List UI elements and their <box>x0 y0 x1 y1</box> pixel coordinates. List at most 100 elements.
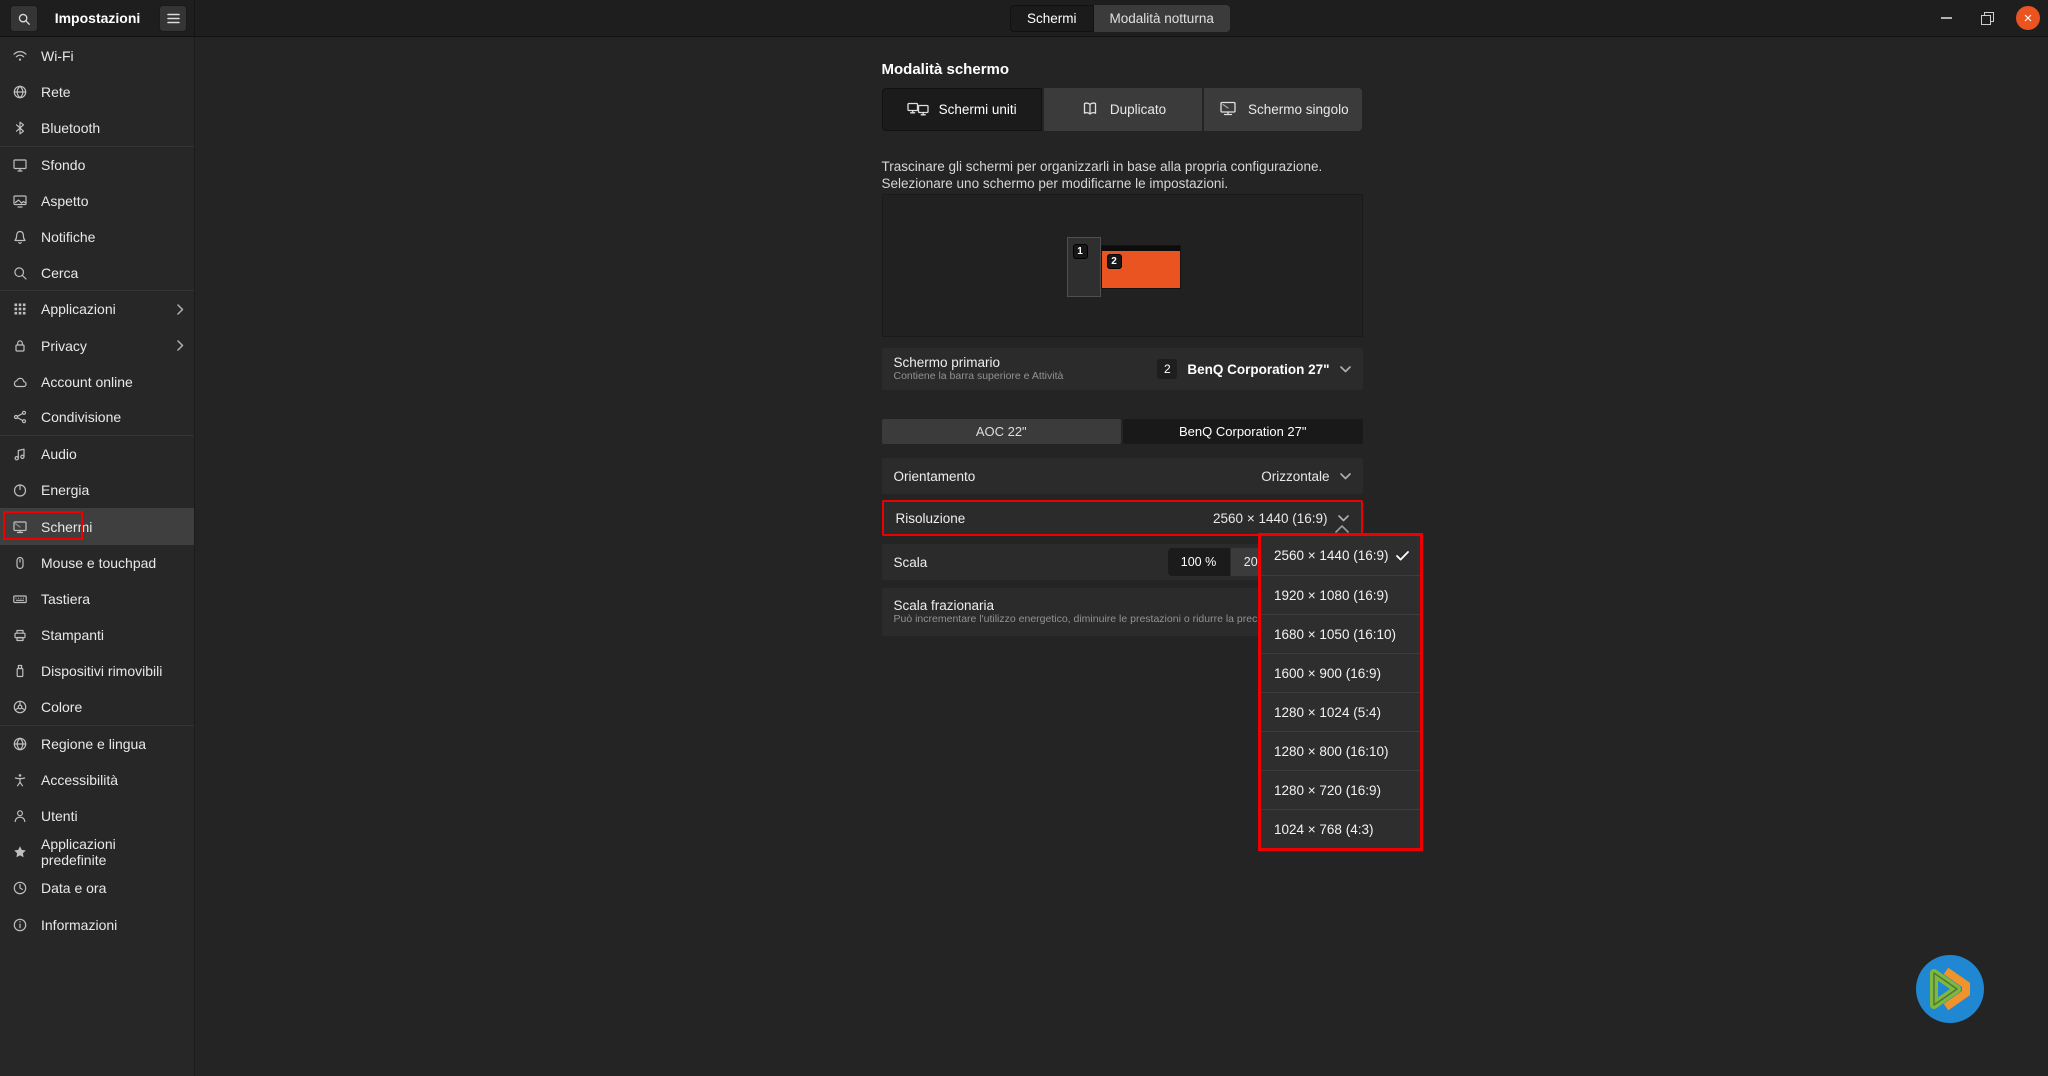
sidebar-item-colore[interactable]: Colore <box>0 689 194 725</box>
ds-watermark-logo <box>1903 942 1997 1036</box>
power-icon <box>12 482 28 498</box>
monitor-tab-aoc-22-[interactable]: AOC 22" <box>882 419 1122 444</box>
sidebar-item-informazioni[interactable]: Informazioni <box>0 907 194 943</box>
sidebar-item-label: Accessibilità <box>41 772 118 788</box>
sidebar-item-schermi[interactable]: Schermi <box>0 508 194 544</box>
resolution-option-1280-800-16-10-[interactable]: 1280 × 800 (16:10) <box>1261 731 1420 770</box>
monitor-tabs: AOC 22"BenQ Corporation 27" <box>882 419 1363 444</box>
resolution-option-1024-768-4-3-[interactable]: 1024 × 768 (4:3) <box>1261 809 1420 848</box>
main-content: Modalità schermo Schermi unitiDuplicatoS… <box>196 37 2048 1076</box>
appearance-icon <box>12 193 28 209</box>
sidebar-item-label: Informazioni <box>41 917 117 933</box>
color-icon <box>12 699 28 715</box>
sidebar-item-energia[interactable]: Energia <box>0 472 194 508</box>
resolution-row[interactable]: Risoluzione 2560 × 1440 (16:9) <box>882 500 1363 536</box>
display-2-thumbnail[interactable]: 2 <box>1101 245 1181 289</box>
sidebar-item-applicazioni-predefinite[interactable]: Applicazioni predefinite <box>0 834 194 870</box>
clock-icon <box>12 880 28 896</box>
sidebar-item-mouse-e-touchpad[interactable]: Mouse e touchpad <box>0 545 194 581</box>
monitor-tab-benq-corporation-27-[interactable]: BenQ Corporation 27" <box>1123 419 1363 444</box>
resolution-option-label: 1600 × 900 (16:9) <box>1274 666 1381 681</box>
resolution-option-1600-900-16-9-[interactable]: 1600 × 900 (16:9) <box>1261 653 1420 692</box>
view-tab-modalita-notturna[interactable]: Modalità notturna <box>1094 5 1230 32</box>
settings-window: Impostazioni SchermiModalità notturna × … <box>0 0 2048 1076</box>
close-button[interactable]: × <box>2016 6 2040 30</box>
chevron-down-icon <box>1340 366 1351 373</box>
keyboard-icon <box>12 591 28 607</box>
arrange-hint: Trascinare gli schermi per organizzarli … <box>882 158 1363 192</box>
close-icon: × <box>2024 11 2033 26</box>
printer-icon <box>12 627 28 643</box>
sidebar-item-label: Audio <box>41 446 77 462</box>
sidebar-item-wi-fi[interactable]: Wi-Fi <box>0 38 194 74</box>
view-tab-schermi[interactable]: Schermi <box>1010 5 1094 32</box>
primary-display-subtitle: Contiene la barra superiore e Attività <box>894 370 1158 383</box>
sidebar-item-account-online[interactable]: Account online <box>0 364 194 400</box>
apps-grid-icon <box>12 301 28 317</box>
restore-button[interactable] <box>1975 6 1999 30</box>
sidebar-item-label: Data e ora <box>41 880 106 896</box>
resolution-option-1280-1024-5-4-[interactable]: 1280 × 1024 (5:4) <box>1261 692 1420 731</box>
sidebar-item-audio[interactable]: Audio <box>0 436 194 472</box>
sidebar-item-dispositivi-rimovibili[interactable]: Dispositivi rimovibili <box>0 653 194 689</box>
sidebar-item-label: Applicazioni <box>41 301 116 317</box>
display-mode-duplicato[interactable]: Duplicato <box>1044 88 1202 131</box>
primary-display-row[interactable]: Schermo primario Contiene la barra super… <box>882 348 1363 390</box>
sidebar-item-sfondo[interactable]: Sfondo <box>0 147 194 183</box>
join-displays-icon <box>907 101 929 118</box>
resolution-option-2560-1440-16-9-[interactable]: 2560 × 1440 (16:9) <box>1261 536 1420 575</box>
sidebar-item-rete[interactable]: Rete <box>0 74 194 110</box>
sidebar-item-stampanti[interactable]: Stampanti <box>0 617 194 653</box>
sidebar-item-label: Dispositivi rimovibili <box>41 663 162 679</box>
resolution-option-label: 1280 × 1024 (5:4) <box>1274 705 1381 720</box>
resolution-option-1280-720-16-9-[interactable]: 1280 × 720 (16:9) <box>1261 770 1420 809</box>
menu-button[interactable] <box>159 5 187 32</box>
sidebar-item-data-e-ora[interactable]: Data e ora <box>0 870 194 906</box>
display-icon <box>12 519 28 535</box>
display-mode-schermo-singolo[interactable]: Schermo singolo <box>1204 88 1362 131</box>
sidebar-item-label: Mouse e touchpad <box>41 555 156 571</box>
sidebar-item-aspetto[interactable]: Aspetto <box>0 183 194 219</box>
sidebar-item-notifiche[interactable]: Notifiche <box>0 219 194 255</box>
sidebar-item-condivisione[interactable]: Condivisione <box>0 400 194 436</box>
chevron-right-icon <box>177 340 184 351</box>
sidebar-item-applicazioni[interactable]: Applicazioni <box>0 291 194 327</box>
scale-option-100[interactable]: 100 % <box>1168 548 1230 576</box>
restore-icon <box>1981 12 1994 25</box>
chevron-down-icon <box>1340 473 1351 480</box>
network-icon <box>12 84 28 100</box>
removable-icon <box>12 663 28 679</box>
orientation-row[interactable]: Orientamento Orizzontale <box>882 458 1363 494</box>
sidebar-item-label: Condivisione <box>41 409 121 425</box>
display-mode-schermi-uniti[interactable]: Schermi uniti <box>882 88 1042 131</box>
sidebar-item-label: Tastiera <box>41 591 90 607</box>
users-icon <box>12 808 28 824</box>
resolution-option-1920-1080-16-9-[interactable]: 1920 × 1080 (16:9) <box>1261 575 1420 614</box>
display-2-badge: 2 <box>1107 254 1122 269</box>
sidebar-item-label: Colore <box>41 699 82 715</box>
display-1-badge: 1 <box>1073 244 1088 259</box>
sidebar-item-bluetooth[interactable]: Bluetooth <box>0 110 194 146</box>
resolution-option-label: 1280 × 720 (16:9) <box>1274 783 1381 798</box>
display-1-thumbnail[interactable]: 1 <box>1067 237 1101 297</box>
minimize-button[interactable] <box>1934 6 1958 30</box>
bluetooth-icon <box>12 120 28 136</box>
sidebar-item-label: Notifiche <box>41 229 95 245</box>
sidebar-item-tastiera[interactable]: Tastiera <box>0 581 194 617</box>
resolution-option-1680-1050-16-10-[interactable]: 1680 × 1050 (16:10) <box>1261 614 1420 653</box>
wallpaper-icon <box>12 157 28 173</box>
sidebar-item-regione-e-lingua[interactable]: Regione e lingua <box>0 726 194 762</box>
display-mode-label: Schermi uniti <box>939 102 1017 117</box>
sidebar-item-accessibilit-[interactable]: Accessibilità <box>0 762 194 798</box>
resolution-option-label: 1920 × 1080 (16:9) <box>1274 588 1388 603</box>
sidebar-item-privacy[interactable]: Privacy <box>0 328 194 364</box>
sidebar-item-cerca[interactable]: Cerca <box>0 255 194 291</box>
chevron-down-icon <box>1338 515 1349 522</box>
cloud-icon <box>12 374 28 390</box>
sidebar-item-utenti[interactable]: Utenti <box>0 798 194 834</box>
sidebar-item-label: Applicazioni predefinite <box>41 836 184 868</box>
wifi-icon <box>12 48 28 64</box>
sidebar-item-label: Stampanti <box>41 627 104 643</box>
mouse-icon <box>12 555 28 571</box>
sidebar-item-label: Energia <box>41 482 89 498</box>
